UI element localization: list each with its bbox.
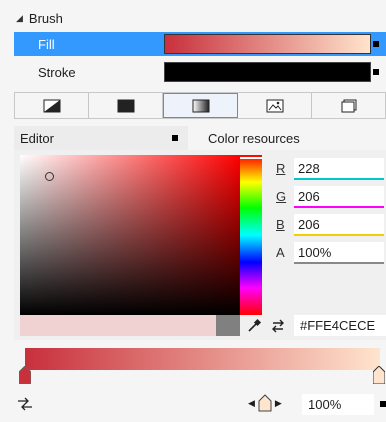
tile-brush-icon [266, 99, 283, 112]
gradient-brush-icon [192, 99, 209, 112]
brush-header-label: Brush [28, 10, 63, 26]
stroke-label: Stroke [38, 64, 76, 80]
reverse-gradient-icon[interactable] [16, 396, 34, 412]
alpha-channel-bar[interactable] [294, 262, 384, 264]
gradient-stop-end-selected[interactable] [373, 366, 385, 384]
fill-label: Fill [38, 36, 55, 52]
initial-color-swatch[interactable] [216, 315, 240, 336]
alpha-label: A [276, 245, 285, 260]
selected-stop-icon [258, 394, 272, 412]
tab-editor[interactable]: Editor [14, 126, 188, 150]
collapse-triangle-icon[interactable]: ◢ [16, 13, 23, 24]
red-channel-bar[interactable] [294, 178, 384, 180]
tab-gradient-brush[interactable] [163, 93, 238, 118]
hue-slider-thumb[interactable] [240, 157, 262, 159]
tab-color-resources[interactable]: Color resources [188, 126, 386, 150]
blue-channel-bar[interactable] [294, 234, 384, 236]
gradient-stop-start[interactable] [19, 366, 31, 384]
hex-color-input[interactable]: #FFE4CECE [294, 315, 386, 336]
red-channel: R 228 [276, 158, 386, 180]
green-channel: G 206 [276, 186, 386, 208]
stroke-property-row[interactable]: Stroke [14, 60, 386, 84]
stop-navigation: ◀ ▶ [248, 394, 282, 412]
next-stop-icon[interactable]: ▶ [275, 398, 282, 409]
alpha-input[interactable]: 100% [294, 242, 384, 264]
blue-input[interactable]: 206 [294, 214, 384, 236]
saturation-value-field[interactable] [20, 155, 240, 315]
stroke-swatch[interactable] [164, 62, 371, 82]
editor-advanced-marker[interactable] [172, 135, 178, 141]
green-input[interactable]: 206 [294, 186, 384, 208]
fill-property-row[interactable]: Fill [14, 32, 386, 56]
brush-type-tabs [14, 92, 386, 119]
red-input[interactable]: 228 [294, 158, 384, 180]
color-resources-label: Color resources [208, 130, 300, 146]
tab-brush-resources[interactable] [312, 93, 385, 118]
gradient-bar[interactable] [25, 348, 380, 370]
fill-swatch[interactable] [164, 34, 371, 54]
red-label: R [276, 161, 286, 176]
current-color-swatch [20, 315, 216, 336]
editor-header: Editor Color resources [14, 126, 386, 150]
blue-label: B [276, 217, 285, 232]
color-picker: R 228 G 206 B 206 A 100% #FFE4CECE [14, 150, 386, 340]
gradient-stop-controls: ◀ ▶ 100% [14, 392, 386, 416]
alpha-channel: A 100% [276, 242, 386, 264]
brush-section-header[interactable]: ◢ Brush [0, 7, 386, 29]
tab-no-brush[interactable] [15, 93, 89, 118]
blue-channel: B 206 [276, 214, 386, 236]
green-label: G [276, 189, 287, 204]
swap-color-icon[interactable] [270, 318, 286, 334]
gradient-offset-input[interactable]: 100% [302, 394, 374, 415]
previous-stop-icon[interactable]: ◀ [248, 398, 255, 409]
eyedropper-icon[interactable] [246, 318, 262, 334]
stroke-advanced-marker[interactable] [373, 69, 379, 75]
editor-tab-label: Editor [20, 130, 54, 146]
solid-color-brush-icon [117, 99, 134, 112]
green-channel-bar[interactable] [294, 206, 384, 208]
color-selector-handle[interactable] [45, 172, 54, 181]
tab-solid-color-brush[interactable] [89, 93, 163, 118]
tab-tile-brush[interactable] [238, 93, 312, 118]
offset-advanced-marker[interactable] [380, 401, 386, 407]
no-brush-icon [43, 99, 60, 112]
hue-slider[interactable] [240, 155, 262, 315]
brush-resources-icon [341, 99, 356, 112]
fill-advanced-marker[interactable] [373, 41, 379, 47]
